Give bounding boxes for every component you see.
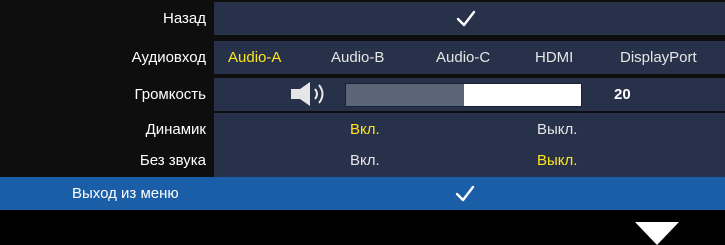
speaker-option-on[interactable]: Вкл.: [350, 113, 380, 146]
menu-row-speaker[interactable]: Динамик Вкл. Выкл.: [0, 113, 725, 146]
mute-label: Без звука: [139, 152, 206, 169]
volume-label: Громкость: [134, 86, 206, 103]
exit-label: Выход из меню: [72, 185, 179, 202]
menu-row-back[interactable]: Назад: [0, 2, 725, 35]
volume-value: 20: [614, 86, 631, 103]
menu-row-exit[interactable]: Выход из меню: [0, 177, 725, 210]
speaker-label: Динамик: [145, 121, 206, 138]
audio-option-audio-b[interactable]: Audio-B: [331, 41, 384, 74]
back-label: Назад: [163, 10, 206, 27]
menu-row-mute[interactable]: Без звука Вкл. Выкл.: [0, 144, 725, 177]
menu-row-audio-input[interactable]: Аудиовход Audio-A Audio-B Audio-C HDMI D…: [0, 41, 725, 74]
mute-option-on[interactable]: Вкл.: [350, 144, 380, 177]
audio-input-options[interactable]: Audio-A Audio-B Audio-C HDMI DisplayPort: [214, 41, 725, 74]
audio-option-displayport[interactable]: DisplayPort: [620, 41, 697, 74]
checkmark-icon[interactable]: [456, 9, 476, 29]
checkmark-icon[interactable]: [455, 184, 475, 204]
speaker-option-off[interactable]: Выкл.: [537, 113, 577, 146]
volume-slider-fill: [346, 84, 464, 106]
speaker-options[interactable]: Вкл. Выкл.: [214, 113, 725, 146]
back-value-area[interactable]: [214, 2, 725, 35]
audio-option-audio-a[interactable]: Audio-A: [228, 41, 281, 74]
down-triangle-icon[interactable]: [635, 222, 679, 245]
audio-option-hdmi[interactable]: HDMI: [535, 41, 573, 74]
osd-audio-menu: Назад Аудиовход Audio-A Audio-B Audio-C …: [0, 0, 725, 245]
mute-option-off[interactable]: Выкл.: [537, 144, 577, 177]
speaker-icon: [291, 82, 324, 106]
menu-footer: [0, 210, 725, 245]
mute-options[interactable]: Вкл. Выкл.: [214, 144, 725, 177]
audio-input-label: Аудиовход: [131, 49, 206, 66]
audio-option-audio-c[interactable]: Audio-C: [436, 41, 490, 74]
volume-slider[interactable]: [345, 83, 582, 107]
